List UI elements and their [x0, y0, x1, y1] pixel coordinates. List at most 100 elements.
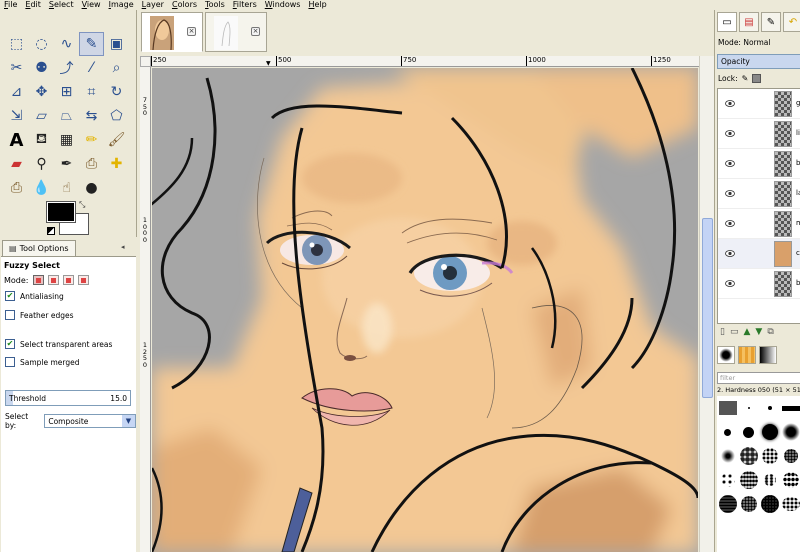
cage-icon[interactable]: ⬠: [104, 104, 129, 128]
brush-swatch[interactable]: [717, 396, 738, 420]
brush-swatch[interactable]: [717, 468, 738, 492]
threshold-slider[interactable]: Threshold 15.0: [5, 390, 131, 406]
brush-swatch[interactable]: [738, 492, 759, 516]
menu-filters[interactable]: Filters: [229, 0, 261, 10]
menu-image[interactable]: Image: [105, 0, 138, 10]
brush-swatch[interactable]: [780, 492, 800, 516]
brushes-tab-icon[interactable]: [717, 346, 735, 364]
raise-layer-icon[interactable]: ▲: [743, 327, 750, 337]
mode-intersect-button[interactable]: [77, 275, 89, 285]
brush-swatch[interactable]: [738, 444, 759, 468]
image-tab-2[interactable]: ×: [205, 12, 267, 52]
heal-icon[interactable]: ✚: [104, 152, 129, 176]
layer-name[interactable]: bl: [796, 159, 800, 167]
opacity-slider[interactable]: Opacity: [717, 54, 800, 69]
menu-help[interactable]: Help: [304, 0, 330, 10]
menu-layer[interactable]: Layer: [138, 0, 168, 10]
rotate-icon[interactable]: ↻: [104, 80, 129, 104]
undo-tab-icon[interactable]: ↶: [783, 12, 800, 32]
layer-name[interactable]: gl: [796, 99, 800, 107]
menu-tools[interactable]: Tools: [201, 0, 229, 10]
blur-icon[interactable]: 💧: [29, 176, 54, 200]
select-transparent-row[interactable]: ✔ Select transparent areas: [5, 339, 112, 349]
crop-icon[interactable]: ⌗: [79, 80, 104, 104]
scissors-select-icon[interactable]: ✂: [4, 56, 29, 80]
select-by-color-icon[interactable]: ▣: [104, 32, 129, 56]
channels-tab-icon[interactable]: ▤: [739, 12, 759, 32]
close-icon[interactable]: ×: [187, 27, 196, 36]
ink-icon[interactable]: ✒: [54, 152, 79, 176]
airbrush-icon[interactable]: ⚲: [29, 152, 54, 176]
layer-row[interactable]: co: [718, 239, 800, 269]
fuzzy-select-icon[interactable]: ✎: [79, 32, 104, 56]
move-icon[interactable]: ✥: [29, 80, 54, 104]
swap-colors-icon[interactable]: ⤡: [79, 200, 85, 210]
menu-file[interactable]: File: [0, 0, 21, 10]
layers-tab-icon[interactable]: ▭: [717, 12, 737, 32]
eye-icon[interactable]: [725, 159, 735, 168]
brush-swatch[interactable]: [759, 468, 780, 492]
paths-icon[interactable]: ⤴: [54, 56, 79, 80]
zoom-icon[interactable]: ⌕: [104, 56, 129, 80]
layer-mode-label[interactable]: Mode: Normal: [718, 38, 770, 47]
brush-swatch[interactable]: [717, 444, 738, 468]
brush-grid[interactable]: [717, 396, 800, 552]
ellipse-select-icon[interactable]: ◌: [29, 32, 54, 56]
clone-icon[interactable]: ⎙: [79, 152, 104, 176]
pencil-icon[interactable]: ✏: [79, 128, 104, 152]
mode-replace-button[interactable]: [32, 275, 44, 285]
free-select-icon[interactable]: ∿: [54, 32, 79, 56]
gradients-tab-icon[interactable]: [759, 346, 777, 364]
brush-swatch[interactable]: [738, 396, 759, 420]
layer-row[interactable]: gl: [718, 89, 800, 119]
layer-row[interactable]: lin: [718, 119, 800, 149]
bucket-fill-icon[interactable]: ⛾: [29, 128, 54, 152]
antialiasing-row[interactable]: ✔ Antialiasing: [5, 291, 64, 301]
antialiasing-checkbox[interactable]: ✔: [5, 291, 15, 301]
select-transparent-checkbox[interactable]: ✔: [5, 339, 15, 349]
brush-swatch[interactable]: [780, 420, 800, 444]
color-picker-icon[interactable]: ⁄: [79, 56, 104, 80]
default-colors-icon[interactable]: [47, 227, 55, 235]
rect-select-icon[interactable]: ⬚: [4, 32, 29, 56]
lock-pixels-icon[interactable]: ✎: [742, 74, 749, 83]
menu-select[interactable]: Select: [45, 0, 78, 10]
layer-name[interactable]: la: [796, 189, 800, 197]
lower-layer-icon[interactable]: ▼: [755, 327, 762, 337]
new-group-icon[interactable]: ▭: [730, 327, 739, 337]
layer-name[interactable]: lin: [796, 129, 800, 137]
brush-swatch[interactable]: [759, 396, 780, 420]
blend-icon[interactable]: ▦: [54, 128, 79, 152]
brush-swatch[interactable]: [759, 492, 780, 516]
align-icon[interactable]: ⊞: [54, 80, 79, 104]
shear-icon[interactable]: ▱: [29, 104, 54, 128]
sample-merged-checkbox[interactable]: [5, 357, 15, 367]
layer-row[interactable]: la: [718, 179, 800, 209]
vertical-ruler[interactable]: 750 1000 1250: [140, 67, 151, 552]
brush-swatch[interactable]: [759, 420, 780, 444]
brush-swatch[interactable]: [759, 444, 780, 468]
smudge-icon[interactable]: ☝: [54, 176, 79, 200]
eye-icon[interactable]: [725, 279, 735, 288]
brush-filter-input[interactable]: filter: [717, 372, 800, 384]
eye-icon[interactable]: [725, 99, 735, 108]
tab-tool-options[interactable]: ▤ Tool Options: [2, 240, 76, 256]
flip-icon[interactable]: ⇆: [79, 104, 104, 128]
perspective-icon[interactable]: ⏢: [54, 104, 79, 128]
paths-tab-icon[interactable]: ✎: [761, 12, 781, 32]
brush-swatch[interactable]: [738, 420, 759, 444]
eye-icon[interactable]: [725, 129, 735, 138]
paintbrush-icon[interactable]: 🖌: [104, 128, 129, 152]
menu-edit[interactable]: Edit: [21, 0, 45, 10]
layer-name[interactable]: co: [796, 249, 800, 257]
brush-swatch[interactable]: [780, 396, 800, 420]
lock-alpha-checkbox[interactable]: [752, 74, 762, 83]
feather-edges-checkbox[interactable]: [5, 310, 15, 320]
scale-icon[interactable]: ⇲: [4, 104, 29, 128]
menu-windows[interactable]: Windows: [261, 0, 305, 10]
eye-icon[interactable]: [725, 219, 735, 228]
layer-row[interactable]: m: [718, 209, 800, 239]
feather-edges-row[interactable]: Feather edges: [5, 310, 74, 320]
text-icon[interactable]: A: [4, 128, 29, 152]
ruler-origin[interactable]: [140, 56, 151, 67]
